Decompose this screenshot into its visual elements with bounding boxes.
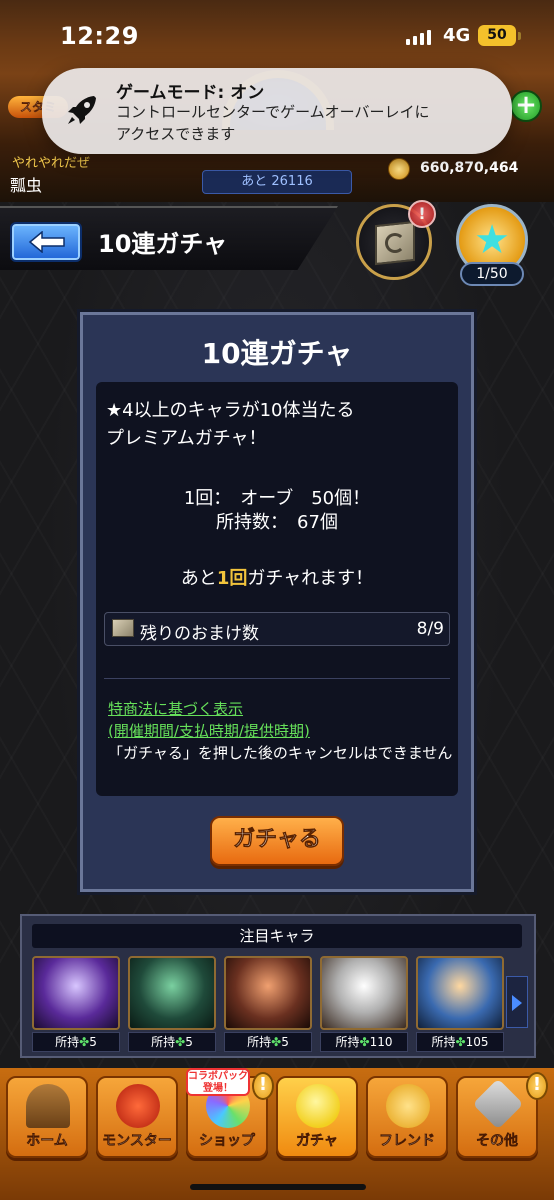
scroll-right-button[interactable] xyxy=(506,976,528,1028)
featured-card[interactable]: 所持✤5 xyxy=(224,956,312,1056)
bonus-value: 8/9 xyxy=(416,619,444,639)
shop-alert-badge: ! xyxy=(252,1072,274,1100)
nav-gacha-label: ガチャ xyxy=(296,1133,338,1150)
bonus-box-icon xyxy=(112,619,134,637)
featured-card[interactable]: 所持✤5 xyxy=(32,956,120,1056)
banner-title: ゲームモード: オン xyxy=(116,83,265,103)
monster-icon xyxy=(116,1084,160,1128)
nav-monster-label: モンスター xyxy=(102,1133,172,1150)
owned-count: 所持✤5 xyxy=(32,1032,120,1052)
bonus-label: 残りのおまけ数 xyxy=(140,624,259,644)
player-subtitle: やれやれだぜ xyxy=(12,156,91,171)
cancel-note: 「ガチャる」を押した後のキャンセルはできません xyxy=(108,744,453,762)
description-line2: プレミアムガチャ！ xyxy=(106,428,267,449)
coin-icon xyxy=(388,158,410,180)
featured-title: 注目キャラ xyxy=(32,924,522,948)
character-portrait xyxy=(128,956,216,1030)
banner-text-line2: アクセスできます xyxy=(116,125,236,143)
remaining-suffix: ガチャれます！ xyxy=(247,568,374,589)
collab-pack-badge: コラボパック 登場！ xyxy=(186,1068,250,1096)
character-portrait xyxy=(320,956,408,1030)
alert-badge: ! xyxy=(408,200,436,228)
battery-nub xyxy=(518,32,521,40)
signal-icon xyxy=(406,30,431,45)
home-icon xyxy=(26,1084,70,1128)
gacha-button[interactable]: ガチャる xyxy=(210,816,344,866)
owned-count: 所持✤110 xyxy=(320,1032,408,1052)
battery-icon: 50 xyxy=(478,25,516,46)
legal-notice-link[interactable]: 特商法に基づく表示 xyxy=(108,698,243,719)
character-portrait xyxy=(416,956,504,1030)
nav-home[interactable]: ホーム xyxy=(6,1076,88,1158)
cost-line: 1回： オーブ 50個！ xyxy=(183,488,371,509)
featured-card[interactable]: 所持✤105 xyxy=(416,956,504,1056)
remaining-count: 1回 xyxy=(216,568,248,589)
network-type: 4G xyxy=(443,25,471,46)
other-icon xyxy=(472,1078,524,1130)
period-info-link[interactable]: (開催期間/支払時期/提供時期) xyxy=(108,720,310,741)
player-name: 瓢虫 xyxy=(10,176,43,195)
nav-friend[interactable]: フレンド xyxy=(366,1076,448,1158)
back-button[interactable] xyxy=(10,222,82,262)
nav-friend-label: フレンド xyxy=(379,1133,436,1150)
owned-count: 所持✤5 xyxy=(128,1032,216,1052)
status-time: 12:29 xyxy=(60,22,139,50)
character-portrait xyxy=(32,956,120,1030)
nav-other-label: その他 xyxy=(476,1133,519,1150)
nav-gacha[interactable]: ガチャ xyxy=(276,1076,358,1158)
banner-text-line1: コントロールセンターでゲームオーバーレイに xyxy=(116,103,430,121)
remaining-pulls: あと1回ガチャれます！ xyxy=(96,564,458,590)
owned-line: 所持数： 67個 xyxy=(216,512,338,533)
gacha-icon xyxy=(296,1084,340,1128)
add-stamina-button[interactable]: + xyxy=(510,90,542,122)
remaining-prefix: あと xyxy=(180,568,217,589)
divider xyxy=(104,678,450,679)
owned-count: 所持✤5 xyxy=(224,1032,312,1052)
nav-home-label: ホーム xyxy=(26,1133,68,1150)
star-count: 1/50 xyxy=(460,262,524,286)
other-alert-badge: ! xyxy=(526,1072,548,1100)
chevron-right-icon xyxy=(512,995,522,1011)
nav-shop-label: ショップ xyxy=(199,1133,256,1150)
nav-monster[interactable]: モンスター xyxy=(96,1076,178,1158)
description-line1: ★4以上のキャラが10体当たる xyxy=(106,400,355,421)
featured-card[interactable]: 所持✤110 xyxy=(320,956,408,1056)
exp-remaining: あと 26116 xyxy=(202,170,352,194)
page-title: 10連ガチャ xyxy=(98,230,228,258)
rocket-icon xyxy=(68,96,96,124)
character-portrait xyxy=(224,956,312,1030)
owned-count: 所持✤105 xyxy=(416,1032,504,1052)
swirl-icon xyxy=(385,233,405,253)
back-arrow-icon xyxy=(28,231,65,253)
panel-title: 10連ガチャ xyxy=(201,337,353,370)
home-indicator xyxy=(190,1184,366,1190)
friend-icon xyxy=(386,1084,430,1128)
coin-amount: 660,870,464 xyxy=(420,160,519,176)
star-icon: ★ xyxy=(474,217,510,263)
featured-card[interactable]: 所持✤5 xyxy=(128,956,216,1056)
